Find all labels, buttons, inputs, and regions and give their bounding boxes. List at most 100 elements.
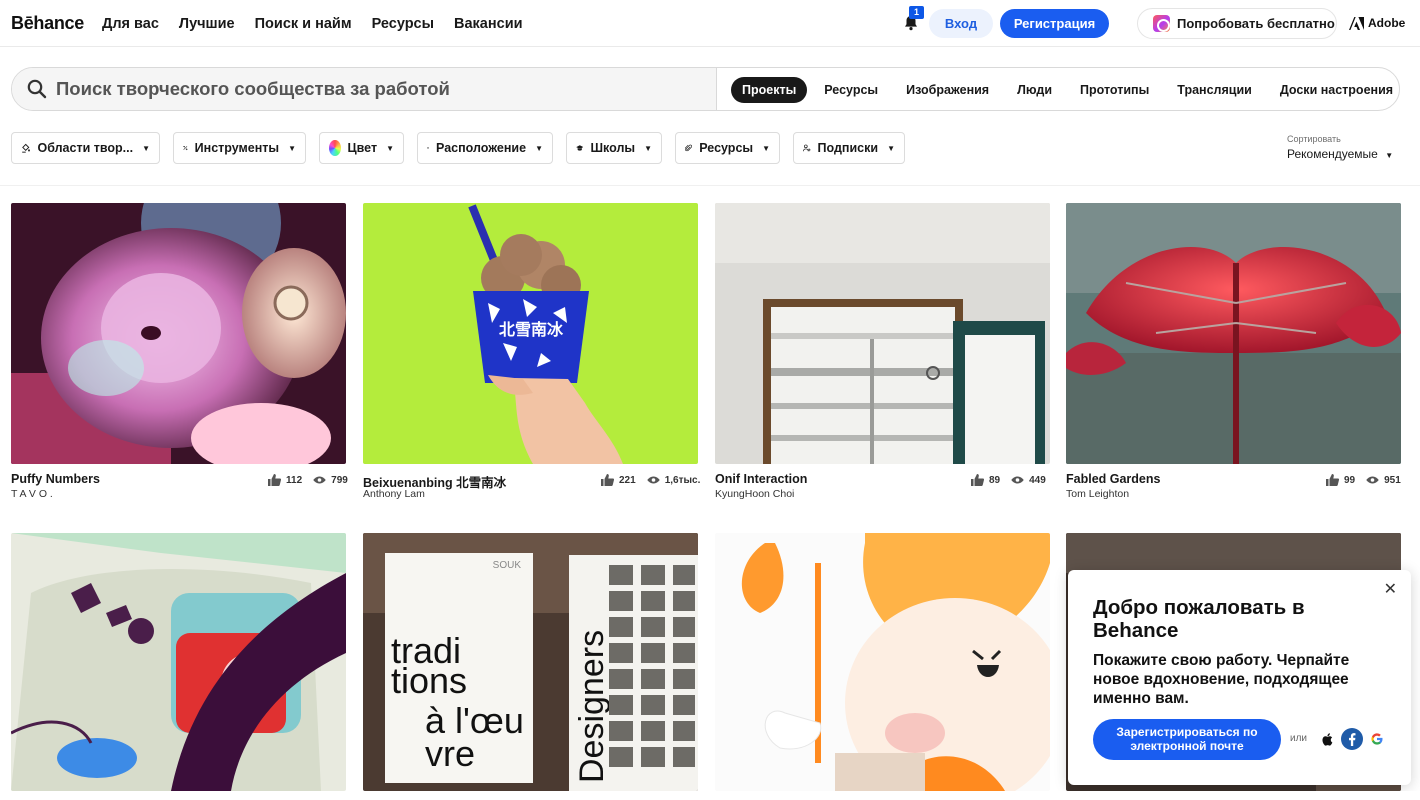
likes-count: 112 (286, 474, 303, 486)
login-button[interactable]: Вход (929, 9, 993, 38)
signup-email-button[interactable]: Зарегистрироваться по электронной почте (1093, 719, 1281, 760)
project-owner[interactable]: Anthony Lam (363, 488, 425, 500)
filter-label: Подписки (817, 141, 879, 155)
project-thumbnail-onif-interaction[interactable] (715, 203, 1050, 464)
tab-assets[interactable]: Ресурсы (813, 77, 889, 103)
filter-resources[interactable]: Ресурсы ▼ (675, 132, 780, 164)
poster-designers: Designers (573, 630, 611, 783)
poster-souk: SOUK (493, 560, 522, 571)
sort-dropdown[interactable]: Рекомендуемые ▼ (1287, 147, 1393, 161)
chevron-down-icon: ▼ (535, 143, 543, 153)
eye-icon (646, 476, 660, 484)
paperclip-icon (685, 144, 693, 152)
filter-creative-fields[interactable]: Области твор... ▼ (11, 132, 160, 164)
project-owner[interactable]: Tom Leighton (1066, 488, 1129, 500)
project-image (715, 533, 1050, 791)
tab-projects[interactable]: Проекты (731, 77, 808, 103)
behance-logo[interactable]: Bēhance (11, 13, 84, 34)
project-thumbnail-fabled-gardens[interactable] (1066, 203, 1401, 464)
page-bottom-edge (0, 791, 1420, 800)
project-stats: 99 951 (1326, 474, 1401, 486)
popup-title: Добро пожаловать в Behance (1093, 596, 1305, 642)
project-title[interactable]: Fabled Gardens (1066, 472, 1160, 486)
search-field-area (12, 68, 717, 110)
filter-label: Области твор... (37, 141, 134, 155)
project-image (1066, 203, 1401, 464)
tab-people[interactable]: Люди (1006, 77, 1063, 103)
tab-images[interactable]: Изображения (895, 77, 1000, 103)
color-wheel-icon (329, 140, 341, 156)
popup-or-label: или (1290, 733, 1308, 744)
filter-label: Инструменты (194, 141, 280, 155)
notification-badge: 1 (909, 6, 924, 19)
signup-button[interactable]: Регистрация (1000, 9, 1109, 38)
project-thumbnail-6[interactable]: SOUK tradi tions à l'œu vre Designers (363, 533, 698, 791)
filter-label: Расположение (436, 141, 527, 155)
search-bar: Проекты Ресурсы Изображения Люди Прототи… (11, 67, 1400, 111)
project-thumbnail-beixuenanbing[interactable]: 北雪南冰 (363, 203, 698, 464)
poster-line-2: tions (391, 660, 467, 701)
thumbs-up-icon (1326, 474, 1339, 486)
user-follow-icon (803, 144, 811, 152)
tab-moodboards[interactable]: Доски настроения (1269, 77, 1404, 103)
chevron-down-icon: ▼ (288, 143, 296, 153)
chevron-down-icon: ▼ (142, 143, 150, 153)
popup-text: Покажите свою работу. Черпайте новое вдо… (1093, 652, 1350, 707)
project-thumbnail-puffy-numbers[interactable] (11, 203, 346, 464)
thumbs-up-icon (601, 474, 614, 486)
project-thumbnail-7[interactable] (715, 533, 1050, 791)
sort-value: Рекомендуемые (1287, 147, 1378, 161)
poster-line-4: vre (425, 733, 475, 774)
try-free-label: Попробовать бесплатно (1177, 16, 1335, 31)
apple-icon[interactable] (1316, 728, 1338, 750)
filter-color[interactable]: Цвет ▼ (319, 132, 404, 164)
nav-link-for-you[interactable]: Для вас (102, 16, 159, 32)
project-owner[interactable]: KyungHoon Choi (715, 488, 794, 500)
views-count: 1,6тыс. (664, 474, 701, 486)
project-stats: 112 799 (268, 474, 348, 486)
thumbs-up-icon (971, 474, 984, 486)
filter-location[interactable]: Расположение ▼ (417, 132, 553, 164)
search-type-tabs: Проекты Ресурсы Изображения Люди Прототи… (731, 77, 1410, 103)
eye-icon (313, 476, 326, 484)
filter-schools[interactable]: Школы ▼ (566, 132, 662, 164)
likes-count: 89 (989, 474, 1001, 486)
tools-icon (183, 145, 188, 151)
project-owner[interactable]: T A V O . (11, 488, 53, 500)
cup-brand-text: 北雪南冰 (499, 320, 564, 339)
project-image: SOUK tradi tions à l'œu vre Designers (363, 533, 698, 791)
adobe-label: Adobe (1368, 16, 1406, 30)
divider (0, 185, 1420, 186)
try-free-button[interactable]: Попробовать бесплатно (1137, 8, 1337, 39)
tab-prototypes[interactable]: Прототипы (1069, 77, 1160, 103)
chevron-down-icon: ▼ (762, 143, 770, 153)
main-nav: Для вас Лучшие Поиск и найм Ресурсы Вака… (102, 16, 523, 32)
thumbs-up-icon (268, 474, 281, 486)
nav-link-resources[interactable]: Ресурсы (372, 16, 434, 32)
filter-tools[interactable]: Инструменты ▼ (173, 132, 306, 164)
tab-livestreams[interactable]: Трансляции (1166, 77, 1263, 103)
creative-cloud-icon (1153, 15, 1170, 32)
top-navigation: Bēhance Для вас Лучшие Поиск и найм Ресу… (0, 0, 1420, 47)
search-input[interactable] (56, 74, 696, 104)
filter-label: Школы (590, 141, 636, 155)
filter-subscriptions[interactable]: Подписки ▼ (793, 132, 905, 164)
location-pin-icon (427, 147, 429, 149)
eye-icon (1366, 476, 1379, 484)
close-icon[interactable]: ✕ (1384, 579, 1397, 599)
google-icon[interactable] (1366, 728, 1388, 750)
search-icon (27, 79, 47, 99)
facebook-icon[interactable] (1341, 728, 1363, 750)
adobe-link[interactable]: Adobe (1349, 16, 1405, 30)
views-count: 449 (1029, 474, 1046, 486)
filter-label: Ресурсы (699, 141, 754, 155)
project-title[interactable]: Puffy Numbers (11, 472, 100, 486)
nav-link-best[interactable]: Лучшие (179, 16, 235, 32)
project-thumbnail-5[interactable] (11, 533, 346, 791)
project-title[interactable]: Onif Interaction (715, 472, 807, 486)
nav-link-hire[interactable]: Поиск и найм (255, 16, 352, 32)
project-image: 北雪南冰 (363, 203, 698, 464)
chevron-down-icon: ▼ (644, 143, 652, 153)
welcome-popup: ✕ Добро пожаловать в Behance Покажите св… (1068, 570, 1411, 785)
nav-link-jobs[interactable]: Вакансии (454, 16, 523, 32)
